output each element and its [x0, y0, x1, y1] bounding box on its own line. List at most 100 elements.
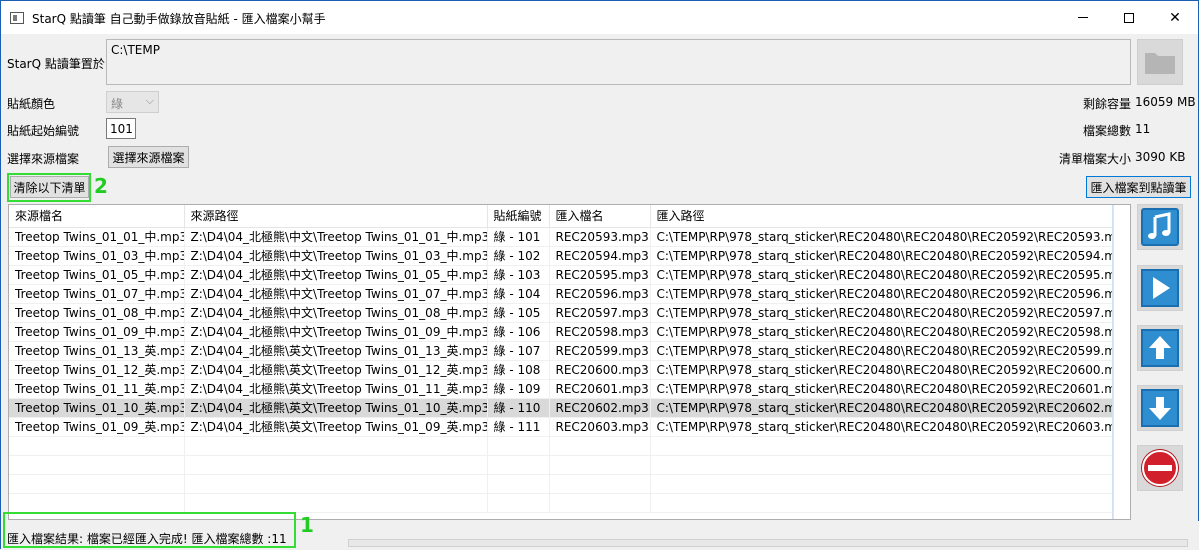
- table-cell: REC20602.mp3: [549, 398, 651, 418]
- table-row[interactable]: Treetop Twins_01_09_中.mp3 Z:\D4\04_北極熊\中文…: [9, 322, 1113, 342]
- status-progress: [348, 539, 1188, 547]
- pen-location-field[interactable]: C:\TEMP: [106, 39, 1131, 85]
- empty-cell: [549, 474, 651, 494]
- file-list-grid[interactable]: 來源檔名 來源路徑 貼紙編號 匯入檔名 匯入路徑 Treetop Twins_0…: [8, 204, 1131, 520]
- choose-source-button[interactable]: 選擇來源檔案: [108, 146, 189, 168]
- table-cell: 綠 - 105: [487, 303, 550, 323]
- empty-cell: [487, 474, 550, 494]
- remaining-label: 剩餘容量: [1083, 97, 1132, 111]
- minimize-button[interactable]: [1060, 1, 1106, 34]
- move-up-button[interactable]: [1137, 325, 1183, 371]
- table-row[interactable]: Treetop Twins_01_13_英.mp3 Z:\D4\04_北極熊\英文…: [9, 341, 1113, 361]
- app-icon: [10, 12, 24, 24]
- table-cell: Z:\D4\04_北極熊\英文\Treetop Twins_01_11_英.mp…: [184, 379, 488, 399]
- table-cell: 綠 - 102: [487, 246, 550, 266]
- table-cell: Z:\D4\04_北極熊\中文\Treetop Twins_01_08_中.mp…: [184, 303, 488, 323]
- column-header[interactable]: 匯入路徑: [650, 205, 1113, 228]
- close-button[interactable]: ✕: [1152, 1, 1198, 34]
- empty-row: [9, 474, 1113, 494]
- table-cell: Treetop Twins_01_08_中.mp3: [9, 303, 185, 323]
- table-cell: 綠 - 111: [487, 417, 550, 437]
- table-row[interactable]: Treetop Twins_01_05_中.mp3 Z:\D4\04_北極熊\中文…: [9, 265, 1113, 285]
- table-row[interactable]: Treetop Twins_01_10_英.mp3 Z:\D4\04_北極熊\英文…: [9, 398, 1113, 418]
- table-row[interactable]: Treetop Twins_01_01_中.mp3 Z:\D4\04_北極熊\中文…: [9, 227, 1113, 247]
- table-cell: REC20597.mp3: [549, 303, 651, 323]
- remove-button[interactable]: [1137, 445, 1183, 491]
- table-cell: 綠 - 110: [487, 398, 550, 418]
- remaining-value: 16059 MB: [1135, 95, 1196, 109]
- table-cell: C:\TEMP\RP\978_starq_sticker\REC20480\RE…: [650, 398, 1113, 418]
- table-row[interactable]: Treetop Twins_01_07_中.mp3 Z:\D4\04_北極熊\中文…: [9, 284, 1113, 304]
- empty-cell: [487, 493, 550, 513]
- table-cell: REC20598.mp3: [549, 322, 651, 342]
- column-header[interactable]: 來源路徑: [184, 205, 488, 228]
- table-cell: C:\TEMP\RP\978_starq_sticker\REC20480\RE…: [650, 360, 1113, 380]
- empty-cell: [184, 455, 488, 475]
- table-cell: C:\TEMP\RP\978_starq_sticker\REC20480\RE…: [650, 417, 1113, 437]
- table-cell: Treetop Twins_01_07_中.mp3: [9, 284, 185, 304]
- pen-location-label: StarQ 點讀筆置於: [7, 57, 105, 71]
- table-cell: Z:\D4\04_北極熊\英文\Treetop Twins_01_10_英.mp…: [184, 398, 488, 418]
- table-row[interactable]: Treetop Twins_01_09_英.mp3 Z:\D4\04_北極熊\英文…: [9, 417, 1113, 437]
- start-number-input[interactable]: 101: [106, 118, 136, 139]
- table-row[interactable]: Treetop Twins_01_11_英.mp3 Z:\D4\04_北極熊\英文…: [9, 379, 1113, 399]
- move-down-button[interactable]: [1137, 385, 1183, 431]
- table-cell: 綠 - 109: [487, 379, 550, 399]
- app-window: StarQ 點讀筆 自己動手做錄放音貼紙 - 匯入檔案小幫手 ✕ StarQ 點…: [0, 0, 1199, 550]
- browse-folder-button[interactable]: [1137, 39, 1183, 85]
- empty-row: [9, 436, 1113, 456]
- empty-cell: [9, 474, 185, 494]
- vertical-scrollbar[interactable]: [1113, 205, 1130, 519]
- sticker-color-select[interactable]: 綠 ⌵: [106, 91, 159, 113]
- sticker-color-label: 貼紙顏色: [7, 97, 56, 111]
- empty-cell: [650, 474, 1113, 494]
- table-cell: C:\TEMP\RP\978_starq_sticker\REC20480\RE…: [650, 227, 1113, 247]
- column-header[interactable]: 來源檔名: [9, 205, 185, 228]
- import-to-pen-button[interactable]: 匯入檔案到點讀筆: [1086, 176, 1191, 198]
- table-cell: REC20603.mp3: [549, 417, 651, 437]
- maximize-button[interactable]: [1106, 1, 1152, 34]
- column-header[interactable]: 貼紙編號: [487, 205, 550, 228]
- table-cell: C:\TEMP\RP\978_starq_sticker\REC20480\RE…: [650, 303, 1113, 323]
- empty-cell: [9, 493, 185, 513]
- play-button[interactable]: [1137, 265, 1183, 311]
- empty-cell: [184, 436, 488, 456]
- table-cell: Treetop Twins_01_12_英.mp3: [9, 360, 185, 380]
- table-cell: C:\TEMP\RP\978_starq_sticker\REC20480\RE…: [650, 265, 1113, 285]
- clear-list-button[interactable]: 清除以下清單: [10, 176, 89, 198]
- empty-cell: [549, 436, 651, 456]
- table-cell: Treetop Twins_01_10_英.mp3: [9, 398, 185, 418]
- table-cell: C:\TEMP\RP\978_starq_sticker\REC20480\RE…: [650, 379, 1113, 399]
- table-row[interactable]: Treetop Twins_01_12_英.mp3 Z:\D4\04_北極熊\英文…: [9, 360, 1113, 380]
- list-size-value: 3090 KB: [1135, 150, 1186, 164]
- table-body: Treetop Twins_01_01_中.mp3 Z:\D4\04_北極熊\中文…: [9, 227, 1113, 513]
- play-icon: [1141, 269, 1179, 307]
- table-cell: 綠 - 107: [487, 341, 550, 361]
- empty-cell: [549, 455, 651, 475]
- empty-cell: [184, 493, 488, 513]
- table-cell: 綠 - 108: [487, 360, 550, 380]
- table-cell: Treetop Twins_01_05_中.mp3: [9, 265, 185, 285]
- table-cell: C:\TEMP\RP\978_starq_sticker\REC20480\RE…: [650, 322, 1113, 342]
- choose-source-label: 選擇來源檔案: [7, 152, 80, 166]
- music-button[interactable]: [1137, 204, 1183, 250]
- table-cell: Treetop Twins_01_01_中.mp3: [9, 227, 185, 247]
- remove-icon: [1142, 450, 1178, 486]
- table-cell: Treetop Twins_01_03_中.mp3: [9, 246, 185, 266]
- table-row[interactable]: Treetop Twins_01_08_中.mp3 Z:\D4\04_北極熊\中文…: [9, 303, 1113, 323]
- table-cell: REC20593.mp3: [549, 227, 651, 247]
- minimize-icon: [1078, 17, 1088, 18]
- move-up-icon: [1141, 329, 1179, 367]
- annotation-marker-2: 2: [94, 174, 108, 198]
- table-cell: Z:\D4\04_北極熊\英文\Treetop Twins_01_13_英.mp…: [184, 341, 488, 361]
- table-cell: Z:\D4\04_北極熊\中文\Treetop Twins_01_01_中.mp…: [184, 227, 488, 247]
- start-number-label: 貼紙起始編號: [7, 124, 80, 138]
- column-header[interactable]: 匯入檔名: [549, 205, 651, 228]
- table-cell: REC20600.mp3: [549, 360, 651, 380]
- table-cell: Treetop Twins_01_11_英.mp3: [9, 379, 185, 399]
- title-bar: StarQ 點讀筆 自己動手做錄放音貼紙 - 匯入檔案小幫手 ✕: [1, 1, 1198, 34]
- table-row[interactable]: Treetop Twins_01_03_中.mp3 Z:\D4\04_北極熊\中文…: [9, 246, 1113, 266]
- table-cell: Treetop Twins_01_09_中.mp3: [9, 322, 185, 342]
- move-down-icon: [1141, 389, 1179, 427]
- table-cell: REC20594.mp3: [549, 246, 651, 266]
